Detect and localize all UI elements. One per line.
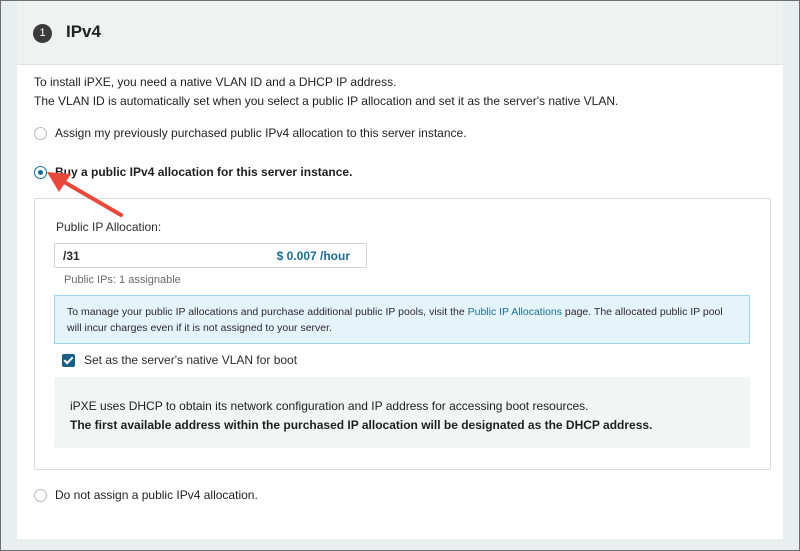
radio-button-assign-previous[interactable] [34, 126, 47, 140]
radio-label-assign-previous: Assign my previously purchased public IP… [55, 126, 467, 140]
intro-text: To install iPXE, you need a native VLAN … [34, 73, 618, 111]
note-line-1: iPXE uses DHCP to obtain its network con… [70, 399, 589, 413]
assignable-ips-hint: Public IPs: 1 assignable [64, 274, 181, 286]
info-banner-text-start: To manage your public IP allocations and… [67, 306, 468, 318]
public-ip-allocation-select[interactable]: /31 $ 0.007 /hour [54, 243, 367, 268]
section-header: 1 IPv4 [17, 1, 783, 65]
public-ip-allocations-link[interactable]: Public IP Allocations [468, 306, 562, 318]
radio-label-buy-new: Buy a public IPv4 allocation for this se… [55, 165, 353, 179]
native-vlan-checkbox-row[interactable]: Set as the server's native VLAN for boot [62, 353, 297, 367]
section-title: IPv4 [66, 22, 101, 41]
step-number-badge: 1 [33, 24, 52, 43]
allocation-size-value: /31 [63, 249, 80, 263]
allocation-price: $ 0.007 /hour [276, 249, 350, 263]
intro-line-2: The VLAN ID is automatically set when yo… [34, 94, 619, 108]
radio-button-buy-new[interactable] [34, 165, 47, 179]
radio-button-no-assign[interactable] [34, 488, 47, 502]
radio-option-no-assign[interactable]: Do not assign a public IPv4 allocation. [34, 488, 258, 502]
radio-label-no-assign: Do not assign a public IPv4 allocation. [55, 488, 258, 502]
ipxe-dhcp-note-text: iPXE uses DHCP to obtain its network con… [70, 397, 652, 435]
note-line-2: The first available address within the p… [70, 418, 653, 432]
native-vlan-label: Set as the server's native VLAN for boot [84, 353, 298, 367]
screenshot-frame: 1 IPv4 To install iPXE, you need a nativ… [0, 0, 800, 551]
native-vlan-checkbox[interactable] [62, 353, 75, 367]
info-banner: To manage your public IP allocations and… [54, 295, 750, 344]
intro-line-1: To install iPXE, you need a native VLAN … [34, 75, 397, 89]
ipxe-dhcp-note: iPXE uses DHCP to obtain its network con… [54, 377, 750, 448]
radio-option-assign-previous[interactable]: Assign my previously purchased public IP… [34, 126, 467, 140]
public-ip-allocation-label: Public IP Allocation: [56, 220, 162, 234]
ipv4-panel: 1 IPv4 To install iPXE, you need a nativ… [17, 1, 783, 539]
radio-option-buy-new[interactable]: Buy a public IPv4 allocation for this se… [34, 165, 352, 179]
